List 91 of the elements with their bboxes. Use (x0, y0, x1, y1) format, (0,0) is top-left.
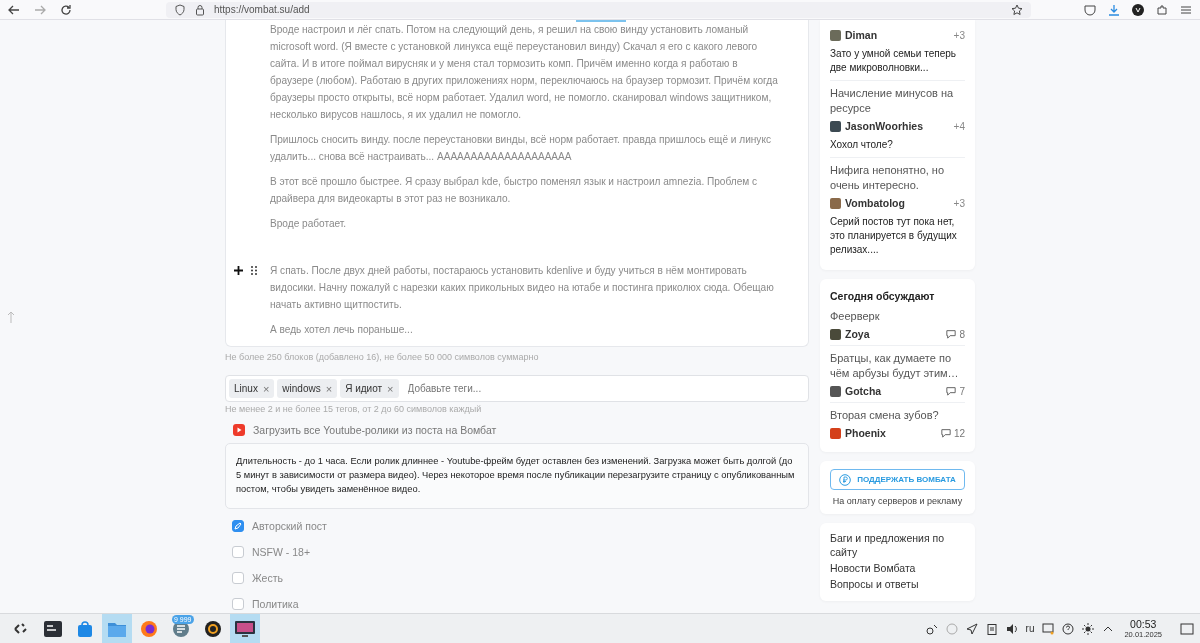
rating: +4 (953, 120, 965, 132)
comment-count: 12 (953, 427, 965, 439)
comment-text[interactable]: Хохол чтоле? (830, 138, 965, 152)
checkbox[interactable] (232, 572, 244, 585)
clock-time[interactable]: 00:53 (1130, 618, 1157, 630)
option-label: Авторский пост (252, 520, 327, 533)
username[interactable]: Diman (845, 29, 878, 41)
comment-count: 8 (959, 328, 965, 340)
option-label: NSFW - 18+ (252, 546, 311, 559)
drag-handle-icon[interactable] (251, 266, 257, 275)
extensions-icon[interactable] (1156, 3, 1168, 16)
sidebar-link[interactable]: Баги и предложения по сайту (830, 531, 965, 559)
sidebar-link[interactable]: Вопросы и ответы (830, 577, 965, 591)
sidebar-link[interactable]: Новости Вомбата (830, 561, 965, 575)
fox-globe-icon[interactable] (141, 620, 157, 637)
avatar-icon (830, 427, 841, 439)
pocket-icon[interactable] (1084, 3, 1096, 16)
shopping-bag-icon[interactable] (77, 620, 93, 637)
option-label: Жесть (252, 572, 283, 585)
tag-label: Linux (234, 383, 258, 395)
paragraph: Вроде работает. (270, 217, 347, 231)
download-icon[interactable] (1108, 3, 1120, 16)
keyboard-layout[interactable]: ru (1025, 623, 1035, 634)
play-icon (233, 424, 245, 437)
youtube-info-note: Длительность - до 1 часа. Если ролик длиннее - Youtube-фрейм будет оставлен без изменений. Загрузка может быть долгой (до 5 минут в зависимости от размера видео). Через некоторое время после публикации перезагрузите страницу с опубликованным постом, чтобы увидеть заменённое видео. (225, 443, 809, 510)
clipboard-icon[interactable] (985, 622, 998, 635)
paragraph: А ведь хотел лечь пораньше... (270, 323, 413, 337)
plus-icon[interactable] (234, 266, 243, 275)
monitor-icon[interactable] (235, 620, 255, 637)
remove-tag-button[interactable]: × (387, 383, 394, 394)
comment-text[interactable]: Зато у умной семьи теперь две микроволновки... (830, 47, 965, 75)
remove-tag-button[interactable]: × (325, 383, 333, 394)
star-icon[interactable] (1011, 3, 1023, 16)
menu-icon[interactable] (1180, 3, 1192, 16)
terminal-icon[interactable] (44, 620, 62, 637)
profile-icon[interactable] (1132, 3, 1144, 16)
post-title-link[interactable]: Нифига непонятно, но очень интересно. (830, 163, 965, 193)
record-icon[interactable] (205, 620, 221, 637)
avatar-icon (830, 120, 841, 132)
paragraph: Пришлось сносить винду. после переустановки винды, всё норм работает. правда пришлось ещё и линукс удалить... снова всё настраивать... АААААААААААААААААААА (270, 133, 772, 164)
comment-icon (946, 386, 957, 396)
tag-label: windows (282, 383, 321, 395)
post-title-link[interactable]: Начисление минусов на ресурсе (830, 86, 965, 116)
username[interactable]: JasonWoorhies (845, 120, 923, 132)
checkbox[interactable] (232, 546, 244, 559)
post-title-link[interactable]: Братцы, как думаете по чём арбузы будут этим… (830, 351, 965, 381)
avatar-icon (830, 197, 841, 209)
tags-field[interactable]: Linux × windows × Я идиот × Добавьте теги... (225, 375, 809, 403)
taskbar-button[interactable] (230, 614, 260, 643)
url-text: https://vombat.su/add (214, 4, 310, 15)
paragraph: Вроде настроил и лёг спать. Потом на следующий день, я решил на свою винду установить ломаный microsoft word. (Я вместе с установкой линукса ещё переустановил винду) Скачал я его с какого левого сайта. И в итоге поймал вирусняк и у меня стал тормозить комп. Причём именно когда я работаю в браузере (любом). Работаю в других приложениях норм, переключаюсь на браузер тормозит. Причём когда браузеры просто открыты, всё норм работает. Удалил word, не помогло. сканировал windows защитником, несколько вирусов нашлось, я их удалил не помогло. (270, 23, 778, 122)
help-icon[interactable] (1062, 622, 1075, 635)
avatar-icon (830, 328, 841, 340)
ruble-icon (839, 473, 852, 486)
remove-tag-button[interactable]: × (262, 383, 270, 394)
send-icon[interactable] (965, 622, 978, 635)
youtube-option-label[interactable]: Загрузить все Youtube-ролики из поста на Вомбат (253, 424, 497, 437)
shield-icon (174, 3, 186, 16)
comment-icon (940, 428, 951, 438)
username[interactable]: Vombatolog (845, 197, 905, 209)
post-title-link[interactable]: Вторая смена зубов? (830, 408, 965, 423)
address-bar[interactable]: https://vombat.su/add (166, 1, 1031, 18)
option-label: Политика (252, 598, 299, 610)
rating: +3 (953, 197, 965, 209)
display-icon[interactable] (1042, 622, 1055, 635)
username[interactable]: Phoenix (845, 427, 886, 439)
username[interactable]: Zoya (845, 328, 870, 340)
comment-icon (946, 329, 957, 339)
rating: +3 (953, 29, 965, 41)
donate-caption: На оплату серверов и рекламу (831, 496, 964, 506)
paragraph: Я спать. После двух дней работы, постараюсь установить kdenlive и буду учиться в нём монтировать видосики. Начну пожалуй с нарезки каких прикольных видео на ютабе и постинга приколюх сюда. Обещаю начать активно щитпостить. (270, 264, 775, 312)
section-title: Сегодня обсуждают (830, 290, 936, 302)
brightness-icon[interactable] (1082, 622, 1095, 635)
speaker-icon[interactable] (1005, 622, 1018, 635)
checkbox[interactable] (232, 598, 244, 610)
checkbox[interactable] (232, 520, 244, 533)
paragraph: В этот всё прошло быстрее. Я сразу выбрал kde, быстро поменял язык и настроил amnezia. Проблем с драйвера для видеокарты в этот раз не возникало. (270, 175, 759, 206)
show-desktop-icon[interactable] (1180, 621, 1194, 636)
tag-input[interactable]: Добавьте теги... (405, 382, 805, 396)
tags-hint: Не менее 2 и не более 15 тегов, от 2 до 60 символов каждый (225, 404, 483, 415)
comment-text[interactable]: Серий постов тут пока нет, это планируется в будущих релизах.... (830, 215, 965, 257)
editor-hint: Не более 250 блоков (добавлено 16), не более 50 000 символов суммарно (225, 352, 540, 363)
tag-label: Я идиот (345, 383, 383, 395)
comment-count: 7 (959, 385, 965, 397)
lock-icon (194, 3, 206, 16)
avatar-icon (830, 385, 841, 397)
post-title-link[interactable]: Феерверк (830, 309, 965, 324)
avatar-icon (830, 29, 841, 41)
back-icon[interactable] (8, 3, 20, 16)
username[interactable]: Gotcha (845, 385, 882, 397)
reload-icon[interactable] (60, 3, 72, 16)
